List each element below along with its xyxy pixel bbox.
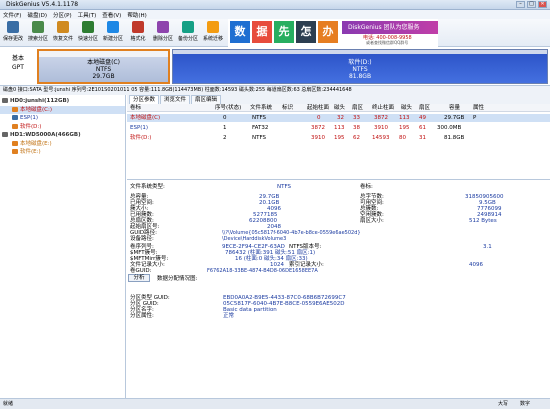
disk-icon (2, 98, 8, 103)
backup-partition-button[interactable]: 备份分区 (177, 21, 199, 45)
support-hint: 或者查找微信群QQ群号 (366, 40, 409, 45)
recover-icon (57, 21, 69, 33)
tree-partition[interactable]: 软件(D:) (0, 123, 125, 132)
status-text: 就绪 (3, 401, 14, 407)
new-partition-icon (107, 21, 119, 33)
backup-icon (182, 21, 194, 33)
num-indicator: 数字 (520, 401, 531, 407)
menu-tools[interactable]: 工具(T) (78, 11, 97, 19)
partition-icon (12, 115, 18, 120)
window-title: DiskGenius V5.4.1.1178 (6, 1, 79, 8)
tab-strip: 分区参数 浏览文件 扇区编辑 (127, 95, 550, 104)
migrate-icon (207, 21, 219, 33)
minimize-button[interactable]: – (516, 1, 525, 8)
new-partition-button[interactable]: 新建分区 (102, 21, 124, 45)
partition-block-c[interactable]: 本地磁盘(C) NTFS 29.7GB (37, 49, 170, 84)
search-partition-button[interactable]: 搜索分区 (27, 21, 49, 45)
menu-file[interactable]: 文件(F) (3, 11, 21, 19)
format-button[interactable]: 格式化 (127, 21, 149, 45)
menu-partition[interactable]: 分区(P) (53, 11, 72, 19)
tree-disk[interactable]: HD1:WD5000A(466GB) (0, 131, 125, 140)
disk-map: 基本 GPT 本地磁盘(C) NTFS 29.7GB 软件(D:) NTFS 8… (0, 47, 550, 86)
maximize-button[interactable]: □ (527, 1, 536, 8)
table-row[interactable]: 本地磁盘(C) 0 NTFS 0 32 33 3872 113 49 29.7G… (127, 114, 550, 122)
delete-partition-button[interactable]: 删除分区 (152, 21, 174, 45)
table-row[interactable]: ESP(1) 1 FAT32 3872 113 38 3910 195 61 3… (127, 124, 550, 132)
partition-name: 软件(D:) (348, 59, 372, 66)
delete-icon (157, 21, 169, 33)
caps-indicator: 大写 (498, 401, 509, 407)
right-panel: 分区参数 浏览文件 扇区编辑 卷标 序号(状态) 文件系统 标识 起始柱面 磁头… (127, 95, 550, 398)
analyze-button[interactable]: 分析 (128, 274, 150, 282)
disk-icon (2, 132, 8, 137)
menu-disk[interactable]: 磁盘(D) (27, 11, 47, 19)
quick-partition-button[interactable]: 快速分区 (77, 21, 99, 45)
tree-partition[interactable]: 本地磁盘(E:) (0, 140, 125, 149)
tab-sector-edit[interactable]: 扇区编辑 (191, 95, 222, 104)
menu-bar: 文件(F) 磁盘(D) 分区(P) 工具(T) 查看(V) 帮助(H) (0, 10, 550, 19)
system-migrate-button[interactable]: 系统迁移 (202, 21, 224, 45)
disk-tree: HD0:junshi(112GB) 本地磁盘(C:) ESP(1) 软件(D:)… (0, 95, 126, 398)
tree-partition[interactable]: 软件(E:) (0, 148, 125, 157)
banner-char: 据 (252, 21, 272, 43)
tab-browse-files[interactable]: 浏览文件 (160, 95, 191, 104)
status-bar: 就绪 大写 数字 (0, 398, 550, 409)
menu-help[interactable]: 帮助(H) (127, 11, 146, 19)
partition-details: 文件系统类型: NTFS 卷标: 总容量: 已用空间: 簇大小: 已用簇数: 总… (128, 184, 504, 319)
save-button[interactable]: 保存更改 (2, 21, 24, 45)
close-button[interactable]: ✕ (538, 1, 547, 8)
partition-name: 本地磁盘(C) (87, 59, 120, 66)
menu-view[interactable]: 查看(V) (102, 11, 121, 19)
title-bar: DiskGenius V5.4.1.1178 – □ ✕ (0, 0, 550, 10)
search-icon (32, 21, 44, 33)
table-row[interactable]: 软件(D:) 2 NTFS 3910 195 62 14593 80 31 81… (127, 134, 550, 142)
banner-char: 怎 (296, 21, 316, 43)
ad-banner[interactable]: 数 据 先 怎 办 DiskGenius 团队为您服务 电话: 400-008-… (228, 19, 438, 47)
recover-files-button[interactable]: 恢复文件 (52, 21, 74, 45)
partition-icon (12, 106, 18, 112)
tree-disk[interactable]: HD0:junshi(112GB) (0, 97, 125, 106)
disk-type: 基本 GPT (11, 55, 24, 71)
table-header: 卷标 序号(状态) 文件系统 标识 起始柱面 磁头 扇区 终止柱面 磁头 扇区 … (127, 104, 550, 112)
banner-char: 先 (274, 21, 294, 43)
partition-icon (12, 123, 18, 129)
partition-size: 81.8GB (348, 73, 372, 80)
tab-partition-params[interactable]: 分区参数 (129, 95, 160, 104)
partition-fs: NTFS (95, 66, 112, 73)
tree-partition[interactable]: ESP(1) (0, 114, 125, 123)
allocation-map-label: 数据分配情况图: (157, 276, 198, 282)
format-icon (132, 21, 144, 33)
partition-icon (12, 140, 18, 146)
banner-char: 数 (230, 21, 250, 43)
partition-table: 卷标 序号(状态) 文件系统 标识 起始柱面 磁头 扇区 终止柱面 磁头 扇区 … (127, 104, 550, 180)
partition-icon (12, 149, 18, 154)
tree-partition[interactable]: 本地磁盘(C:) (0, 105, 125, 114)
partition-fs: NTFS (352, 66, 368, 73)
brand-bar: DiskGenius 团队为您服务 (342, 21, 438, 34)
quick-partition-icon (82, 21, 94, 33)
save-icon (7, 21, 19, 33)
partition-size: 29.7GB (92, 73, 115, 80)
partition-block-d[interactable]: 软件(D:) NTFS 81.8GB (172, 49, 548, 84)
disk-info-bar: 磁盘0 接口:SATA 型号:junshi 序列号:2E101S0201011 … (0, 86, 550, 95)
banner-char: 办 (318, 21, 338, 43)
